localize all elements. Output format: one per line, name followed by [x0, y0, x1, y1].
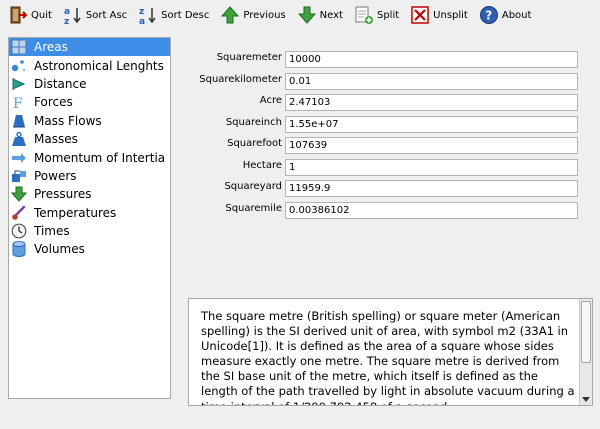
quit-icon [10, 6, 28, 24]
sort-asc-label: Sort Asc [85, 9, 128, 21]
svg-text:F: F [13, 96, 23, 110]
category-item-powers[interactable]: Powers [9, 167, 170, 185]
category-item-distance[interactable]: Distance [9, 75, 170, 93]
unit-label: Squareinch [225, 116, 282, 128]
svg-text:z: z [64, 17, 69, 25]
force-icon: F [13, 96, 23, 110]
unit-value-input[interactable] [285, 180, 578, 197]
category-item-mass-flows[interactable]: Mass Flows [9, 112, 170, 130]
category-label: Momentum of Intertia [34, 150, 166, 165]
about-label: About [501, 9, 532, 21]
unsplit-icon [411, 6, 429, 24]
unit-label: Squaremile [225, 202, 282, 214]
unit-label: Squareyard [224, 181, 282, 192]
unit-row-acre: Acre [190, 94, 590, 112]
unit-row-hectare: Hectare [190, 158, 590, 177]
svg-text:a: a [64, 7, 70, 17]
category-item-volumes[interactable]: Volumes [9, 240, 170, 258]
description-scrollbar[interactable] [579, 299, 592, 405]
unit-row-squaremile: Squaremile [190, 201, 590, 220]
unit-row-squareyard: Squareyard [190, 180, 590, 198]
previous-label: Previous [243, 9, 286, 21]
category-label: Times [34, 224, 70, 239]
sort-desc-icon: z a [139, 7, 156, 25]
unit-value-input[interactable] [285, 137, 578, 154]
category-item-areas[interactable]: Areas [9, 38, 170, 57]
quit-button[interactable]: Quit [8, 3, 52, 27]
about-button[interactable]: ? About [479, 3, 532, 27]
unit-label: Squarekilometer [199, 73, 282, 85]
category-item-astronomical-lengths[interactable]: Astronomical Lenghts [9, 56, 170, 74]
unit-row-squaremeter: Squaremeter [190, 51, 590, 69]
planets-icon [11, 59, 26, 71]
unsplit-button[interactable]: Unsplit [410, 3, 468, 27]
next-button[interactable]: Next [297, 3, 343, 27]
category-label: Temperatures [34, 205, 117, 220]
category-list[interactable]: Areas Astronomical Lenghts Distance F Fo… [8, 37, 171, 399]
unit-row-squareinch: Squareinch [190, 115, 590, 134]
category-label: Mass Flows [34, 113, 102, 128]
category-label: Volumes [34, 242, 85, 257]
distance-icon [12, 77, 26, 90]
scrollbar-thumb[interactable] [581, 301, 591, 363]
category-label: Powers [34, 168, 77, 183]
pressure-icon [11, 186, 27, 203]
quit-label: Quit [31, 9, 52, 21]
unit-label: Hectare [242, 159, 282, 171]
momentum-arrow-icon [12, 152, 26, 163]
up-arrow-icon [221, 6, 240, 24]
sort-desc-button[interactable]: z a Sort Desc [138, 3, 209, 27]
unsplit-label: Unsplit [433, 9, 468, 21]
unit-label: Acre [259, 95, 282, 106]
category-item-momentum-of-inertia[interactable]: Momentum of Intertia [9, 148, 170, 166]
unit-row-squarekilometer: Squarekilometer [190, 72, 590, 91]
category-label: Masses [34, 132, 78, 147]
scroll-down-arrow-icon[interactable] [582, 397, 590, 402]
category-item-temperatures[interactable]: Temperatures [9, 204, 170, 222]
description-panel[interactable]: The square metre (British spelling) or s… [188, 298, 593, 406]
category-label: Astronomical Lenghts [34, 58, 164, 73]
split-label: Split [376, 9, 400, 21]
category-item-pressures[interactable]: Pressures [9, 185, 170, 203]
category-label: Forces [34, 95, 73, 110]
category-label: Areas [34, 40, 68, 55]
unit-row-squarefoot: Squarefoot [190, 137, 590, 155]
unit-value-input[interactable] [285, 158, 578, 176]
description-text: The square metre (British spelling) or s… [201, 309, 575, 405]
unit-value-input[interactable] [285, 115, 578, 133]
unit-label: Squarefoot [227, 138, 282, 149]
unit-value-input[interactable] [285, 201, 578, 219]
cylinder-icon [12, 241, 26, 258]
clock-icon [11, 223, 27, 239]
mass-flow-icon [13, 114, 25, 128]
category-item-forces[interactable]: F Forces [9, 93, 170, 111]
category-label: Distance [34, 76, 87, 91]
power-icon [12, 170, 26, 182]
unit-value-input[interactable] [285, 51, 578, 68]
help-icon: ? [479, 6, 498, 24]
split-icon [355, 6, 373, 24]
category-item-masses[interactable]: Masses [9, 130, 170, 148]
thermometer-icon [12, 205, 26, 220]
split-button[interactable]: Split [354, 3, 399, 27]
category-label: Pressures [34, 187, 92, 202]
unit-value-input[interactable] [285, 94, 578, 111]
svg-text:?: ? [485, 9, 492, 23]
area-icon [11, 39, 27, 55]
category-item-times[interactable]: Times [9, 222, 170, 240]
down-arrow-icon [297, 6, 316, 24]
previous-button[interactable]: Previous [220, 3, 286, 27]
svg-text:z: z [139, 7, 144, 17]
unit-label: Squaremeter [216, 52, 282, 63]
sort-asc-button[interactable]: a z Sort Asc [63, 3, 127, 27]
toolbar: Quit a z Sort Asc z a Sort Desc Previous… [0, 0, 600, 30]
sort-desc-label: Sort Desc [161, 9, 210, 21]
svg-text:a: a [139, 17, 145, 25]
next-label: Next [319, 9, 343, 21]
unit-value-input[interactable] [285, 72, 578, 90]
weight-icon [12, 131, 26, 147]
sort-asc-icon: a z [64, 7, 81, 25]
